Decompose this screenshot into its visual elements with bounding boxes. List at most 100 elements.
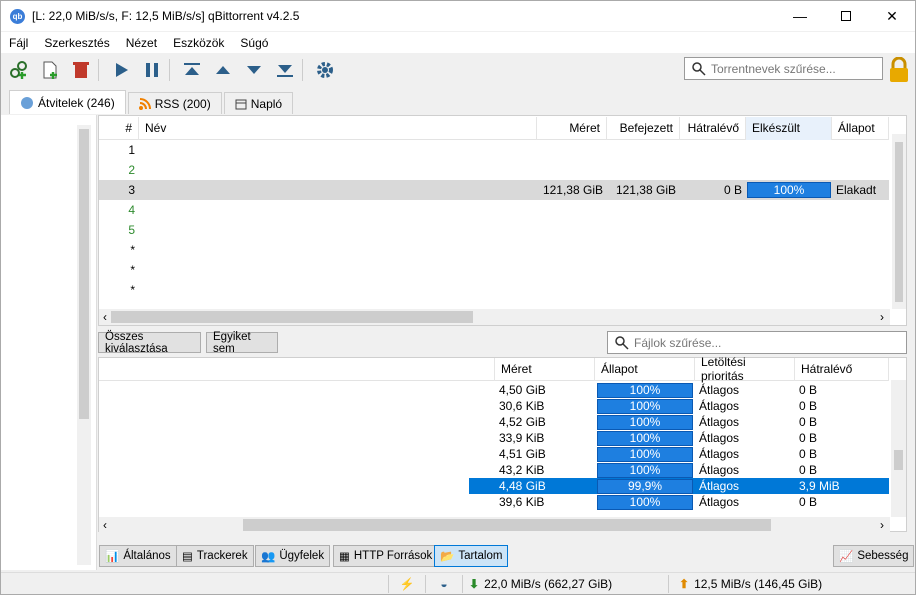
col-status[interactable]: Állapot <box>832 116 889 140</box>
file-progress: 100% <box>595 382 695 398</box>
tab-rss[interactable]: RSS (200) <box>127 92 222 114</box>
menu-edit[interactable]: Szerkesztés <box>36 36 117 50</box>
col-file-name[interactable] <box>99 357 495 381</box>
file-row[interactable]: 33,9 KiB 100% Átlagos 0 B <box>469 430 889 446</box>
add-link-icon[interactable] <box>6 57 32 83</box>
file-row[interactable]: 30,6 KiB 100% Átlagos 0 B <box>469 398 889 414</box>
resume-icon[interactable] <box>108 57 134 83</box>
col-file-left[interactable]: Hátralévő <box>795 357 889 381</box>
torrent-num: 4 <box>128 203 135 217</box>
col-left[interactable]: Hátralévő <box>680 116 746 140</box>
file-vscrollbar[interactable] <box>891 380 906 517</box>
menu-help[interactable]: Súgó <box>232 36 276 50</box>
col-num[interactable]: # <box>99 116 139 140</box>
file-priority[interactable]: Átlagos <box>695 447 795 461</box>
peers-icon: 👥 <box>261 551 276 563</box>
file-row[interactable]: 4,51 GiB 100% Átlagos 0 B <box>469 446 889 462</box>
file-priority[interactable]: Átlagos <box>695 431 795 445</box>
tab-transfers[interactable]: Átvitelek (246) <box>9 90 126 114</box>
file-priority[interactable]: Átlagos <box>695 415 795 429</box>
download-status[interactable]: ⬇ 22,0 MiB/s (662,27 GiB) <box>463 577 668 591</box>
search-icon <box>615 335 629 350</box>
speed-limit-icon[interactable]: ◒ <box>426 577 462 591</box>
torrent-hscrollbar[interactable]: ‹ › <box>99 309 890 325</box>
file-row[interactable]: 4,48 GiB 99,9% Átlagos 3,9 MiB <box>469 478 889 494</box>
title-bar: qb [L: 22,0 MiB/s/s, F: 12,5 MiB/s/s] qB… <box>1 1 915 31</box>
file-row[interactable]: 4,50 GiB 100% Átlagos 0 B <box>469 382 889 398</box>
torrent-progress-bar: 100% <box>747 182 831 198</box>
torrent-row[interactable]: * <box>99 240 889 260</box>
tab-trackers[interactable]: ▤ Trackerek <box>176 545 254 567</box>
col-file-size[interactable]: Méret <box>495 357 595 381</box>
torrent-vscrollbar[interactable] <box>892 134 906 309</box>
file-priority[interactable]: Átlagos <box>695 383 795 397</box>
file-progress: 100% <box>595 462 695 478</box>
speed-button[interactable]: 📈 Sebesség <box>833 545 915 567</box>
tab-general[interactable]: 📊 Általános <box>99 545 177 567</box>
move-down-icon[interactable] <box>241 57 267 83</box>
add-file-icon[interactable] <box>37 57 63 83</box>
upload-speed: 12,5 MiB/s (146,45 GiB) <box>694 577 823 591</box>
col-file-priority[interactable]: Letöltési prioritás <box>695 355 795 383</box>
minimize-button[interactable]: — <box>777 1 823 31</box>
file-size: 43,2 KiB <box>499 463 545 477</box>
file-row[interactable]: 4,52 GiB 100% Átlagos 0 B <box>469 414 889 430</box>
torrent-num: 1 <box>128 143 135 157</box>
torrent-progress: 100% <box>746 182 832 198</box>
folder-icon: 📂 <box>440 551 455 563</box>
general-icon: 📊 <box>105 551 120 563</box>
select-all-button[interactable]: Összes kiválasztása <box>98 331 201 355</box>
torrent-row[interactable]: 3 121,38 GiB 121,38 GiB 0 B 100% Elakadt <box>99 180 889 200</box>
torrent-row[interactable]: 5 <box>99 220 889 240</box>
file-priority[interactable]: Átlagos <box>695 463 795 477</box>
col-name[interactable]: Név <box>139 116 537 140</box>
menu-file[interactable]: Fájl <box>1 36 36 50</box>
file-priority[interactable]: Átlagos <box>695 495 795 509</box>
tab-peers[interactable]: 👥 Ügyfelek <box>255 545 331 567</box>
tab-content[interactable]: 📂 Tartalom <box>434 545 509 567</box>
torrent-left: 0 B <box>723 183 742 197</box>
delete-icon[interactable] <box>68 57 94 83</box>
col-file-progress[interactable]: Állapot <box>595 357 695 381</box>
file-left: 0 B <box>799 383 818 397</box>
file-priority[interactable]: Átlagos <box>695 399 795 413</box>
sidebar-filters[interactable] <box>1 115 97 570</box>
maximize-button[interactable] <box>823 1 869 31</box>
file-row[interactable]: 43,2 KiB 100% Átlagos 0 B <box>469 462 889 478</box>
file-row[interactable]: 39,6 KiB 100% Átlagos 0 B <box>469 494 889 510</box>
file-size: 4,48 GiB <box>499 479 546 493</box>
file-priority[interactable]: Átlagos <box>695 479 795 493</box>
torrent-row[interactable]: * <box>99 260 889 280</box>
connection-icon[interactable]: ⚡ <box>389 577 425 591</box>
torrent-row[interactable]: 4 <box>99 200 889 220</box>
file-filter-input[interactable]: Fájlok szűrése... <box>607 331 907 354</box>
chart-icon: 📈 <box>839 551 854 563</box>
pause-icon[interactable] <box>139 57 165 83</box>
gear-icon[interactable] <box>312 57 338 83</box>
move-up-icon[interactable] <box>210 57 236 83</box>
close-button[interactable]: ✕ <box>869 1 915 31</box>
tab-peers-label: Ügyfelek <box>279 550 325 562</box>
speed-button-label: Sebesség <box>857 550 909 562</box>
tab-http-sources[interactable]: ▦ HTTP Források <box>333 545 439 567</box>
torrent-row[interactable]: 1 <box>99 140 889 160</box>
sidebar-scrollbar[interactable] <box>77 125 91 565</box>
torrent-row[interactable]: * <box>99 280 889 300</box>
col-done[interactable]: Befejezett <box>607 116 680 140</box>
menu-bar: Fájl Szerkesztés Nézet Eszközök Súgó <box>1 32 915 53</box>
lock-icon[interactable] <box>887 56 911 83</box>
move-bottom-icon[interactable] <box>272 57 298 83</box>
upload-arrow-icon: ⬆ <box>679 577 690 591</box>
upload-status[interactable]: ⬆ 12,5 MiB/s (146,45 GiB) <box>669 577 822 591</box>
torrent-filter-input[interactable]: Torrentnevek szűrése... <box>684 57 883 80</box>
menu-view[interactable]: Nézet <box>118 36 165 50</box>
torrent-row[interactable]: 2 <box>99 160 889 180</box>
file-left: 0 B <box>799 447 818 461</box>
col-progress[interactable]: Elkészült <box>746 116 832 140</box>
menu-tools[interactable]: Eszközök <box>165 36 232 50</box>
select-none-button[interactable]: Egyiket sem <box>206 331 278 355</box>
col-size[interactable]: Méret <box>537 116 607 140</box>
tab-log[interactable]: Napló <box>223 92 294 114</box>
move-top-icon[interactable] <box>179 57 205 83</box>
file-hscrollbar[interactable]: ‹ › <box>99 517 890 533</box>
